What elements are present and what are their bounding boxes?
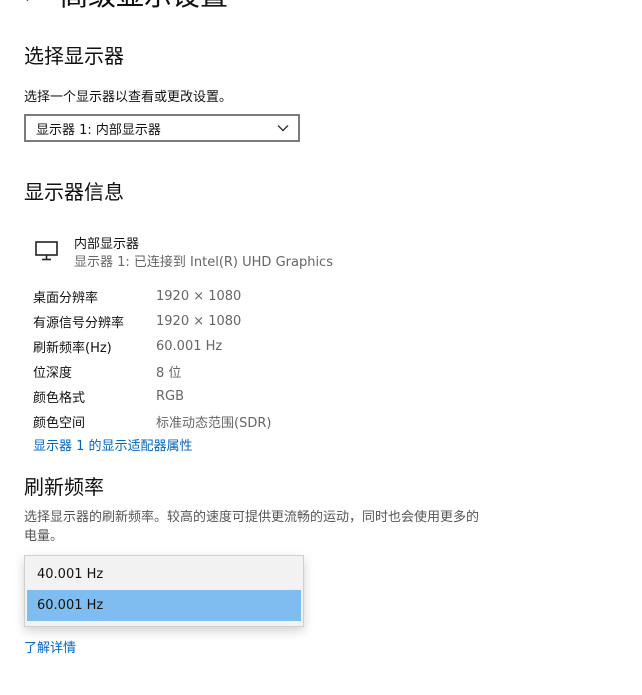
info-row-color-space: 颜色空间 标准动态范围(SDR) [33,409,453,434]
info-row-refresh-rate: 刷新频率(Hz) 60.001 Hz [33,334,453,359]
info-value: 8 位 [156,366,182,381]
display-info-table: 桌面分辨率 1920 × 1080 有源信号分辨率 1920 × 1080 刷新… [33,284,453,434]
chevron-down-icon [276,121,290,135]
select-display-heading: 选择显示器 [24,44,124,68]
info-label: 颜色格式 [33,391,86,406]
info-label: 有源信号分辨率 [33,316,125,331]
info-value: 标准动态范围(SDR) [156,416,272,431]
display-adapter-properties-link[interactable]: 显示器 1 的显示适配器属性 [33,435,193,454]
monitor-icon [34,240,60,262]
info-value: RGB [156,389,185,404]
info-label: 桌面分辨率 [33,291,99,306]
display-select-value: 显示器 1: 内部显示器 [36,122,161,138]
info-value: 60.001 Hz [156,339,223,354]
info-label: 刷新频率(Hz) [33,341,112,356]
page-header: ← 高级显示设置 [20,0,228,10]
display-info-heading: 显示器信息 [24,180,124,204]
info-label: 颜色空间 [33,416,86,431]
refresh-rate-option-60[interactable]: 60.001 Hz [27,590,301,621]
learn-more-link[interactable]: 了解详情 [24,637,76,656]
refresh-rate-description: 选择显示器的刷新频率。较高的速度可提供更流畅的运动，同时也会使用更多的电量。 [24,510,480,544]
monitor-name: 内部显示器 [74,237,140,252]
back-arrow-icon[interactable]: ← [20,0,42,7]
monitor-summary: 内部显示器 显示器 1: 已连接到 Intel(R) UHD Graphics [34,236,333,272]
info-value: 1920 × 1080 [156,314,242,329]
info-value: 1920 × 1080 [156,289,242,304]
select-display-description: 选择一个显示器以查看或更改设置。 [24,90,233,105]
monitor-connection: 显示器 1: 已连接到 Intel(R) UHD Graphics [74,255,333,270]
info-label: 位深度 [33,366,73,381]
page-title: 高级显示设置 [60,0,228,10]
refresh-rate-option-40[interactable]: 40.001 Hz [27,559,301,590]
info-row-active-signal-resolution: 有源信号分辨率 1920 × 1080 [33,309,453,334]
refresh-rate-dropdown-list[interactable]: 40.001 Hz 60.001 Hz [24,555,304,627]
info-row-bit-depth: 位深度 8 位 [33,359,453,384]
display-select-dropdown[interactable]: 显示器 1: 内部显示器 [24,114,300,142]
info-row-desktop-resolution: 桌面分辨率 1920 × 1080 [33,284,453,309]
info-row-color-format: 颜色格式 RGB [33,384,453,409]
refresh-rate-heading: 刷新频率 [24,475,104,499]
